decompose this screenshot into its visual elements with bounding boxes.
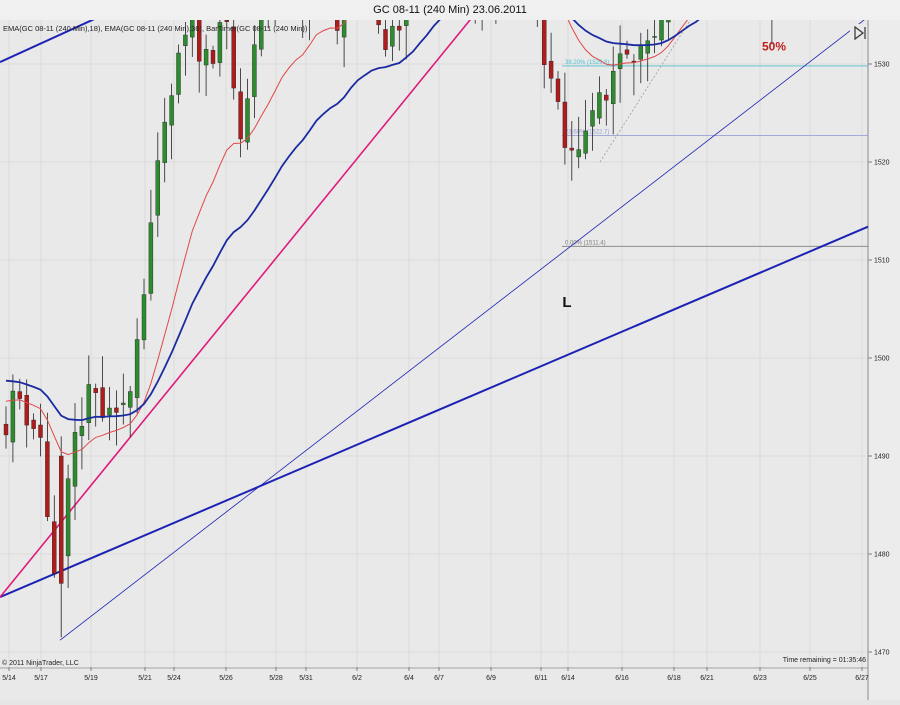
candle-up [611,71,616,104]
plot-background [0,20,868,700]
time-tick-label: 6/2 [352,675,362,682]
candle-down [231,26,236,89]
candle-up [72,432,78,487]
candle-up [107,407,112,416]
candle-up [576,149,581,158]
candle-down [569,147,574,151]
candle-up [79,426,85,436]
price-tick-label: 1480 [874,552,890,559]
price-tick-label: 1530 [874,62,890,69]
candle-up [666,0,671,23]
candle-up [404,0,409,26]
candle-up [590,110,595,127]
time-tick-label: 5/14 [2,675,16,682]
candle-down [59,455,64,584]
candle-up [10,390,16,443]
candle-up [134,339,140,398]
time-tick-label: 5/17 [34,675,48,682]
time-tick-label: 6/4 [404,675,414,682]
time-remaining: Time remaining = 01:35:46 [783,657,866,664]
time-tick-label: 5/31 [299,675,313,682]
candle-down [31,419,36,429]
candle-down [45,441,50,518]
time-tick-label: 6/11 [534,675,547,682]
candle-down [17,391,22,399]
price-tick-label: 1500 [874,356,890,363]
candle-down [548,60,554,79]
candle-down [38,424,43,438]
time-tick-label: 6/23 [753,675,767,682]
time-tick-label: 5/24 [167,675,181,682]
time-tick-label: 6/25 [803,675,817,682]
candle-down [335,4,340,31]
time-tick-label: 6/16 [615,675,629,682]
candle-up [169,95,174,126]
panel-toggle-button[interactable] [850,24,866,41]
fib-level-label: 0.00% (1511.4) [565,240,606,246]
candle-up [162,121,167,163]
candle-down [3,423,9,436]
candle-up [148,222,154,294]
window-title: GC 08-11 (240 Min) 23.06.2011 [0,0,900,21]
candle-down [397,25,402,31]
fib-level-label: 38.20% (1529.8) [565,60,609,66]
time-tick-label: 6/7 [434,675,444,682]
candle-down [52,521,57,574]
candle-down [114,407,119,413]
candle-up [203,49,209,66]
time-tick-label: 6/27 [855,675,869,682]
time-tick-label: 6/21 [700,675,714,682]
candle-up [659,18,664,41]
candle-up [617,53,623,69]
candle-up [638,45,643,60]
candle-down [624,49,630,55]
candle-down [383,29,388,50]
price-tick-label: 1470 [874,650,890,657]
low-label: L [562,294,571,311]
candle-up [86,384,92,423]
retracement-label: 50% [762,39,786,53]
candle-up [127,391,133,408]
candle-down [100,387,105,418]
candle-up [155,160,161,216]
time-tick-label: 6/18 [667,675,681,682]
candle-up [65,478,71,557]
time-tick-label: 5/28 [269,675,283,682]
candle-up [141,294,147,341]
candle-up [645,40,650,54]
price-tick-label: 1490 [874,454,890,461]
candle-down [542,6,547,65]
candle-up [597,92,602,119]
price-tick-label: 1510 [874,258,890,265]
candle-up [390,25,395,47]
candle-down [93,388,98,393]
time-tick-label: 5/26 [219,675,233,682]
candle-up [176,52,181,95]
copyright-text: © 2011 NinjaTrader, LLC [2,659,79,667]
time-tick-label: 6/9 [486,675,496,682]
candle-down [24,395,29,426]
candle-up [252,44,257,97]
candle-up [652,36,657,38]
candle-up [183,34,188,46]
time-tick-label: 6/14 [561,675,575,682]
time-tick-label: 5/19 [84,675,98,682]
candle-up [121,402,126,405]
candle-down [224,20,230,22]
indicator-legend: EMA(GC 08-11 (240 Min),18), EMA(GC 08-11… [3,24,308,33]
candle-down [238,91,243,140]
chart-panel[interactable]: 100.00% (1559.4)76.40% (1548.1)61.80% (1… [0,0,900,700]
candle-down [562,101,568,148]
candle-down [210,50,216,64]
candle-up [583,130,588,154]
price-chart[interactable]: 100.00% (1559.4)76.40% (1548.1)61.80% (1… [0,0,900,700]
candle-down [604,94,609,101]
candle-down [555,78,561,102]
time-tick-label: 5/21 [138,675,152,682]
price-tick-label: 1520 [874,160,890,167]
candle-down [376,0,381,26]
